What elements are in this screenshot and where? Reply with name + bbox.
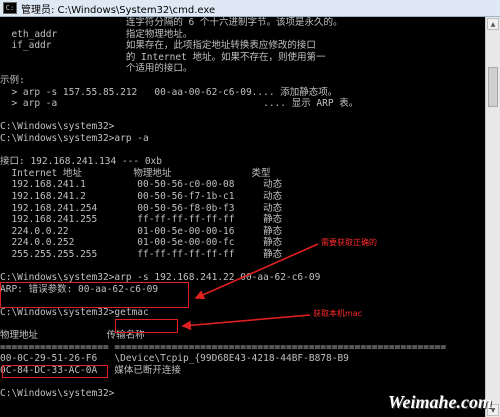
annotation-arrows bbox=[181, 243, 319, 331]
watermark: Weimahe.com bbox=[387, 392, 492, 412]
annotation-get-mac: 获取本机mac bbox=[313, 309, 363, 318]
arrow-to-getmac bbox=[181, 314, 311, 331]
cmd-window: C: 管理员: C:\Windows\System32\cmd.exe 连字符分… bbox=[0, 0, 500, 417]
annotation-need-correct: 需要获取正确的 bbox=[321, 238, 377, 247]
arrow-to-error bbox=[194, 243, 319, 300]
